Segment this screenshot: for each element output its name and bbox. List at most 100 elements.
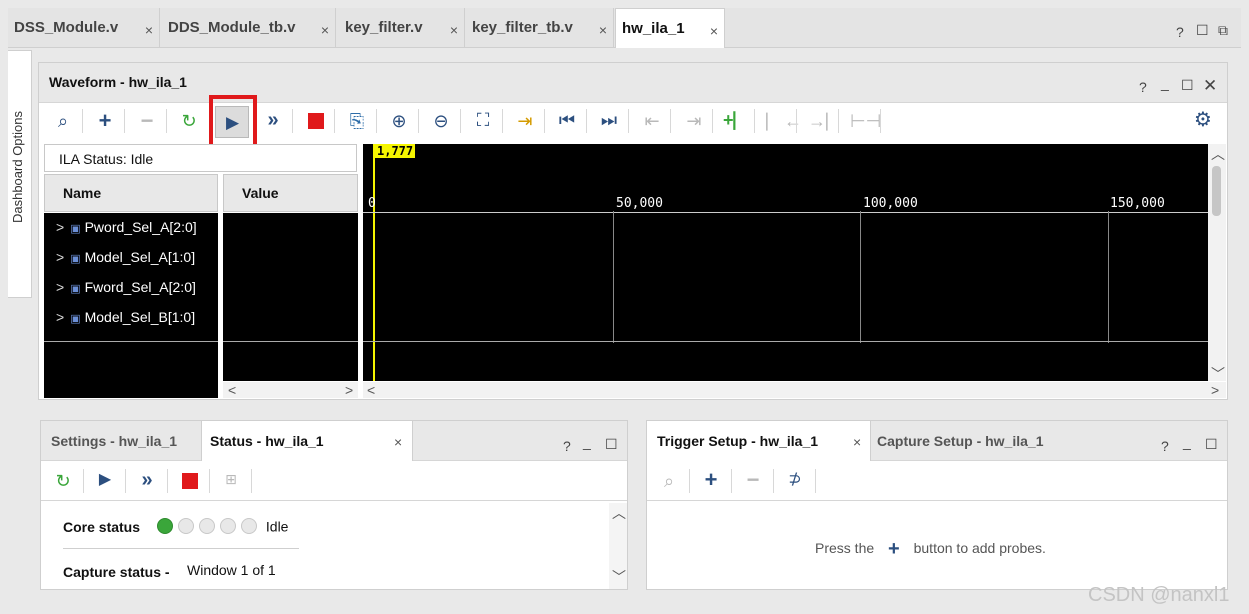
signal-row[interactable]: > ▣ Fword_Sel_A[2:0] bbox=[44, 273, 220, 303]
tab-label: hw_ila_1 bbox=[622, 20, 685, 37]
close-icon[interactable]: × bbox=[394, 434, 402, 450]
go-to-start-icon[interactable]: ⏮ bbox=[555, 111, 579, 129]
minimize-icon[interactable]: _ bbox=[583, 434, 591, 450]
close-icon[interactable]: ✕ bbox=[1203, 76, 1217, 96]
status-vscrollbar[interactable]: ︿ ﹀ bbox=[609, 503, 627, 589]
tab-capture-setup[interactable]: Capture Setup - hw_ila_1 bbox=[877, 433, 1043, 449]
scroll-right-icon[interactable]: > bbox=[345, 382, 353, 398]
settings-gear-icon[interactable]: ⚙ bbox=[1191, 110, 1215, 130]
add-probe-icon[interactable]: + bbox=[699, 469, 723, 491]
run-trigger-immediate-icon[interactable]: ↻ bbox=[177, 112, 201, 130]
signal-row[interactable]: > ▣ Model_Sel_B[1:0] bbox=[44, 303, 220, 333]
toolbar-separator bbox=[166, 109, 167, 133]
go-to-end-icon[interactable]: ⏭ bbox=[597, 111, 621, 129]
help-icon[interactable]: ? bbox=[1139, 79, 1147, 95]
tab-status[interactable]: Status - hw_ila_1 × bbox=[201, 421, 413, 461]
tab-key-filter-tb[interactable]: key_filter_tb.v × bbox=[466, 8, 614, 48]
toolbar-separator bbox=[670, 109, 671, 133]
expand-chevron-icon[interactable]: > bbox=[56, 279, 64, 295]
close-icon[interactable]: × bbox=[321, 22, 329, 38]
run-trigger-immediate-icon[interactable]: ↻ bbox=[51, 472, 75, 490]
swap-cursors-icon[interactable]: ⊢⊣ bbox=[850, 112, 881, 130]
dashboard-options-strip[interactable]: Dashboard Options bbox=[8, 50, 32, 298]
minimize-icon[interactable]: _ bbox=[1161, 75, 1169, 91]
value-column-header[interactable]: Value bbox=[223, 174, 358, 212]
signal-row[interactable]: > ▣ Model_Sel_A[1:0] bbox=[44, 243, 220, 273]
tab-key-filter[interactable]: key_filter.v × bbox=[339, 8, 465, 48]
scroll-up-icon[interactable]: ︿ bbox=[1211, 144, 1225, 164]
restore-icon[interactable]: ⧉ bbox=[1218, 22, 1228, 39]
add-icon[interactable]: + bbox=[888, 538, 900, 561]
divider bbox=[63, 548, 299, 549]
core-status-indicators: Idle bbox=[157, 517, 288, 535]
zoom-in-icon[interactable]: ⊕ bbox=[387, 112, 411, 130]
name-column-header[interactable]: Name bbox=[44, 174, 218, 212]
remove-icon[interactable]: − bbox=[135, 110, 159, 132]
run-trigger-button[interactable]: ▶ bbox=[215, 106, 249, 138]
minimize-icon[interactable]: _ bbox=[1183, 434, 1191, 450]
tab-trigger-setup[interactable]: Trigger Setup - hw_ila_1 × bbox=[647, 421, 871, 461]
maximize-icon[interactable]: ☐ bbox=[1181, 77, 1194, 94]
close-icon[interactable]: × bbox=[710, 23, 718, 39]
waveform-hscrollbar[interactable]: < > bbox=[363, 382, 1226, 398]
help-icon[interactable]: ? bbox=[1176, 24, 1184, 40]
expand-chevron-icon[interactable]: > bbox=[56, 219, 64, 235]
status-dot-icon bbox=[241, 518, 257, 535]
maximize-icon[interactable]: ☐ bbox=[1196, 22, 1209, 39]
export-icon[interactable]: ⎘ bbox=[345, 112, 369, 130]
waveform-vscrollbar[interactable]: ︿ ﹀ bbox=[1208, 144, 1226, 384]
tab-hw-ila-1[interactable]: hw_ila_1 × bbox=[615, 8, 725, 48]
toolbar-separator bbox=[125, 469, 126, 493]
next-transition-icon[interactable]: ⇥ bbox=[682, 112, 706, 130]
stop-trigger-icon[interactable] bbox=[308, 113, 324, 129]
remove-probe-icon[interactable]: − bbox=[741, 469, 765, 491]
play-icon[interactable]: ▶ bbox=[93, 472, 117, 488]
scroll-up-icon[interactable]: ︿ bbox=[612, 503, 626, 523]
close-icon[interactable]: × bbox=[599, 22, 607, 38]
tab-label: DSS_Module.v bbox=[14, 19, 119, 36]
previous-marker-icon[interactable]: ⎸← bbox=[766, 112, 802, 130]
expand-chevron-icon[interactable]: > bbox=[56, 309, 64, 325]
previous-transition-icon[interactable]: ⇤ bbox=[640, 112, 664, 130]
scroll-right-icon[interactable]: > bbox=[1211, 382, 1219, 398]
stop-trigger-icon[interactable] bbox=[182, 473, 198, 489]
logic-gate-icon[interactable]: ⊅ bbox=[783, 472, 807, 488]
expand-chevron-icon[interactable]: > bbox=[56, 249, 64, 265]
run-trigger-continuous-icon[interactable]: » bbox=[135, 470, 159, 490]
run-trigger-continuous-icon[interactable]: » bbox=[261, 110, 285, 130]
zoom-fit-icon[interactable]: ⛶ bbox=[471, 111, 495, 129]
auto-reconnect-icon[interactable]: ⊞ bbox=[219, 472, 243, 486]
help-icon[interactable]: ? bbox=[563, 438, 571, 454]
maximize-icon[interactable]: ☐ bbox=[605, 436, 618, 453]
value-hscrollbar[interactable]: < > bbox=[223, 382, 358, 398]
go-to-cursor-icon[interactable]: ⇥ bbox=[513, 112, 537, 130]
maximize-icon[interactable]: ☐ bbox=[1205, 436, 1218, 453]
scroll-thumb[interactable] bbox=[1212, 166, 1221, 216]
toolbar-separator bbox=[124, 109, 125, 133]
divider bbox=[223, 341, 358, 342]
close-icon[interactable]: × bbox=[450, 22, 458, 38]
scroll-left-icon[interactable]: < bbox=[228, 382, 236, 398]
zoom-out-icon[interactable]: ⊖ bbox=[429, 112, 453, 130]
help-icon[interactable]: ? bbox=[1161, 438, 1169, 454]
scroll-left-icon[interactable]: < bbox=[367, 382, 375, 398]
tab-dss-module[interactable]: DSS_Module.v × bbox=[8, 8, 160, 48]
signal-row[interactable]: > ▣ Pword_Sel_A[2:0] bbox=[44, 213, 220, 243]
search-icon[interactable]: ⌕ bbox=[51, 112, 75, 130]
toolbar-separator bbox=[376, 109, 377, 133]
add-marker-icon[interactable]: +⎸ bbox=[723, 111, 752, 129]
add-icon[interactable]: + bbox=[93, 110, 117, 132]
trigger-panel-tabs: Trigger Setup - hw_ila_1 × Capture Setup… bbox=[647, 421, 1227, 461]
search-icon[interactable]: ⌕ bbox=[657, 472, 681, 490]
scroll-down-icon[interactable]: ﹀ bbox=[612, 567, 626, 587]
tab-settings[interactable]: Settings - hw_ila_1 bbox=[51, 433, 177, 449]
signal-name: Fword_Sel_A[2:0] bbox=[84, 279, 196, 295]
tab-dds-module-tb[interactable]: DDS_Module_tb.v × bbox=[162, 8, 336, 48]
close-icon[interactable]: × bbox=[145, 22, 153, 38]
next-marker-icon[interactable]: →⎸ bbox=[808, 112, 844, 130]
waveform-canvas[interactable]: 1,777 0 50,000 100,000 150,000 bbox=[363, 144, 1208, 381]
toolbar-separator bbox=[689, 469, 690, 493]
close-icon[interactable]: × bbox=[853, 434, 861, 450]
scroll-down-icon[interactable]: ﹀ bbox=[1211, 364, 1225, 384]
cursor-line[interactable] bbox=[373, 144, 375, 381]
